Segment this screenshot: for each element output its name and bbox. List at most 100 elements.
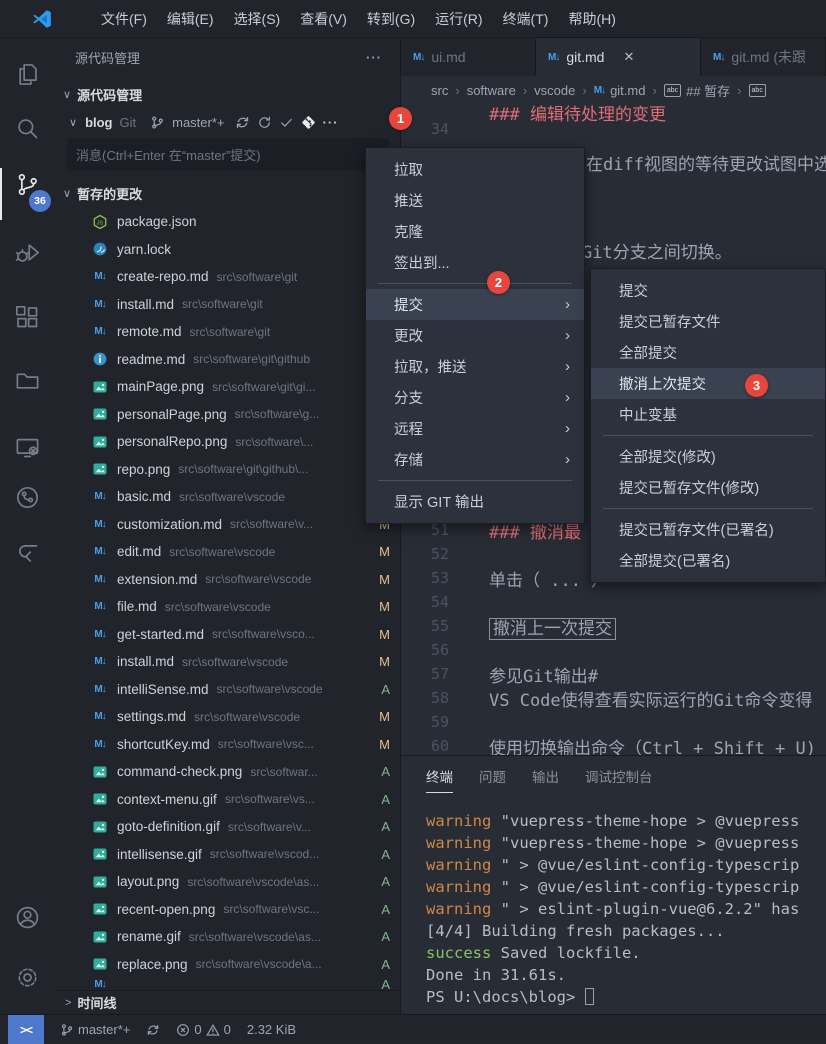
settings-icon[interactable] <box>14 964 41 991</box>
menu-item[interactable]: 远程› <box>366 413 584 444</box>
file-row[interactable]: recent-open.pngsrc\software\vsc...A <box>55 896 400 924</box>
menu-item[interactable]: 更改› <box>366 320 584 351</box>
menu-item[interactable]: 拉取 <box>366 154 584 185</box>
file-row[interactable]: yarn.lock <box>55 236 400 264</box>
panel-tab-item[interactable]: 输出 <box>532 766 559 793</box>
git-graph-icon[interactable] <box>14 484 41 511</box>
menu-item[interactable]: 撤消上次提交 <box>591 368 825 399</box>
file-row[interactable]: readme.mdsrc\software\git\github <box>55 346 400 374</box>
menu-item[interactable]: 显示 GIT 输出 <box>366 486 584 517</box>
menu-item[interactable]: 克隆 <box>366 216 584 247</box>
menu-item[interactable]: 全部提交(已署名) <box>591 545 825 576</box>
file-row[interactable]: replace.pngsrc\software\vscode\a...A <box>55 951 400 979</box>
remote-explorer-icon[interactable] <box>14 434 41 461</box>
file-row[interactable]: M↓shortcutKey.mdsrc\software\vsc...M <box>55 731 400 759</box>
scm-section-header[interactable]: ∨ 源代码管理 <box>55 82 400 106</box>
file-row[interactable]: M↓A <box>55 978 400 990</box>
file-row[interactable]: JSpackage.json <box>55 208 400 236</box>
file-row[interactable]: personalPage.pngsrc\software\g... <box>55 401 400 429</box>
remote-indicator[interactable]: >< <box>8 1015 44 1044</box>
account-icon[interactable] <box>14 904 41 931</box>
file-row[interactable]: M↓install.mdsrc\software\vscodeM <box>55 648 400 676</box>
file-row[interactable]: intellisense.gifsrc\software\vscod...A <box>55 841 400 869</box>
commit-message-input[interactable]: 消息(Ctrl+Enter 在“master”提交) <box>67 138 389 171</box>
menu-item[interactable]: 全部提交(修改) <box>591 441 825 472</box>
menu-item[interactable]: 中止变基 <box>591 399 825 430</box>
staged-changes-header[interactable]: ∨ 暂存的更改 <box>55 180 400 206</box>
tab-git.md[interactable]: M↓git.md✕ <box>536 38 701 76</box>
breadcrumb-item[interactable]: vscode <box>534 83 575 98</box>
back-arrow-icon[interactable] <box>14 538 41 565</box>
commit-check-icon[interactable] <box>279 115 294 130</box>
menu-item[interactable]: 拉取，推送› <box>366 351 584 382</box>
titlebar-menu-文[interactable]: 文件(F) <box>91 0 157 38</box>
file-row[interactable]: M↓intelliSense.mdsrc\software\vscodeA <box>55 676 400 704</box>
file-row[interactable]: M↓get-started.mdsrc\software\vsco...M <box>55 621 400 649</box>
titlebar-menu-运[interactable]: 运行(R) <box>425 0 492 38</box>
titlebar-menu-终[interactable]: 终端(T) <box>493 0 559 38</box>
file-row[interactable]: M↓extension.mdsrc\software\vscodeM <box>55 566 400 594</box>
git-logo-icon[interactable] <box>301 115 316 130</box>
tab-ui.md[interactable]: M↓ui.md <box>401 38 536 76</box>
file-row[interactable]: M↓file.mdsrc\software\vscodeM <box>55 593 400 621</box>
file-row[interactable]: command-check.pngsrc\softwar...A <box>55 758 400 786</box>
file-row[interactable]: M↓remote.mdsrc\software\git <box>55 318 400 346</box>
file-row[interactable]: goto-definition.gifsrc\software\v...A <box>55 813 400 841</box>
menu-item[interactable]: 提交 <box>591 275 825 306</box>
more-actions-icon[interactable]: ··· <box>366 50 382 65</box>
menu-item[interactable]: 提交已暂存文件(修改) <box>591 472 825 503</box>
breadcrumb-item[interactable]: src <box>431 83 448 98</box>
extensions-icon[interactable] <box>14 304 41 331</box>
file-row[interactable]: context-menu.gifsrc\software\vs...A <box>55 786 400 814</box>
file-row[interactable]: personalRepo.pngsrc\software\... <box>55 428 400 456</box>
file-row[interactable]: rename.gifsrc\software\vscode\as...A <box>55 923 400 951</box>
files-icon[interactable] <box>14 61 41 88</box>
repo-more-actions-icon[interactable]: ··· <box>323 115 339 130</box>
menu-item[interactable]: 提交已暂存文件 <box>591 306 825 337</box>
statusbar-problems[interactable]: 0 0 <box>176 1022 230 1037</box>
repo-row[interactable]: ∨ blog Git master*+ ··· <box>55 108 400 136</box>
file-row[interactable]: M↓edit.mdsrc\software\vscodeM <box>55 538 400 566</box>
menu-item[interactable]: 分支› <box>366 382 584 413</box>
breadcrumb-item[interactable]: M↓git.md <box>594 83 646 98</box>
menu-item[interactable]: 提交› <box>366 289 584 320</box>
run-debug-icon[interactable] <box>14 239 41 266</box>
refresh-icon[interactable] <box>257 115 272 130</box>
file-row[interactable]: mainPage.pngsrc\software\git\gi... <box>55 373 400 401</box>
titlebar-menu-编[interactable]: 编辑(E) <box>157 0 224 38</box>
file-row[interactable]: repo.pngsrc\software\git\github\... <box>55 456 400 484</box>
titlebar-menu-转[interactable]: 转到(G) <box>357 0 425 38</box>
breadcrumb-item[interactable]: software <box>467 83 516 98</box>
search-icon[interactable] <box>14 115 41 142</box>
close-icon[interactable]: ✕ <box>623 49 634 65</box>
breadcrumb-item[interactable]: abc <box>749 84 771 97</box>
sync-icon[interactable] <box>235 115 250 130</box>
panel-tab-item[interactable]: 调试控制台 <box>585 766 653 793</box>
terminal-output[interactable]: warning "vuepress-theme-hope > @vuepress… <box>426 810 826 1008</box>
menu-separator <box>378 480 572 481</box>
file-row[interactable]: layout.pngsrc\software\vscode\as...A <box>55 868 400 896</box>
repo-branch-label[interactable]: master*+ <box>172 115 224 130</box>
panel-tab-active[interactable]: 终端 <box>426 766 453 793</box>
menu-item[interactable]: 全部提交 <box>591 337 825 368</box>
statusbar-sync[interactable] <box>146 1023 160 1037</box>
folder-icon[interactable] <box>14 367 41 394</box>
file-row[interactable]: M↓basic.mdsrc\software\vscode <box>55 483 400 511</box>
file-type-icon <box>92 956 108 972</box>
panel-tab-item[interactable]: 问题 <box>479 766 506 793</box>
statusbar-branch[interactable]: master*+ <box>60 1022 130 1037</box>
file-row[interactable]: M↓install.mdsrc\software\git <box>55 291 400 319</box>
menu-item[interactable]: 提交已暂存文件(已署名) <box>591 514 825 545</box>
breadcrumb-item[interactable]: abc## 暂存 <box>664 81 730 100</box>
file-row[interactable]: M↓create-repo.mdsrc\software\git <box>55 263 400 291</box>
timeline-header[interactable]: > 时间线 <box>55 990 400 1014</box>
titlebar-menu-查[interactable]: 查看(V) <box>290 0 357 38</box>
file-row[interactable]: M↓customization.mdsrc\software\v...M <box>55 511 400 539</box>
menu-item[interactable]: 存储› <box>366 444 584 475</box>
menu-item[interactable]: 签出到... <box>366 247 584 278</box>
menu-item[interactable]: 推送 <box>366 185 584 216</box>
tab-git.md[interactable]: M↓git.md (未跟 <box>701 38 826 76</box>
titlebar-menu-帮[interactable]: 帮助(H) <box>558 0 625 38</box>
titlebar-menu-选[interactable]: 选择(S) <box>224 0 291 38</box>
file-row[interactable]: M↓settings.mdsrc\software\vscodeM <box>55 703 400 731</box>
